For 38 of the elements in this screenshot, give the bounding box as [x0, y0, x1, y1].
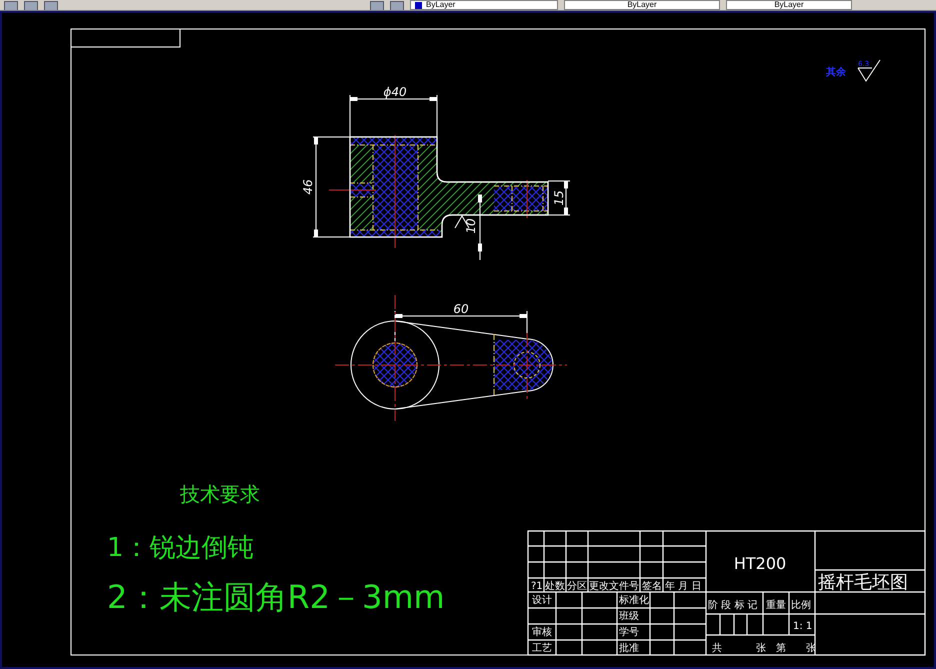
drawing-title: 摇杆毛坯图 [818, 572, 908, 593]
dimension-text: 10 [464, 218, 478, 234]
title-block-label: 学号 [619, 627, 639, 638]
title-block-label: 第 [776, 643, 786, 654]
scale-value: 1: 1 [793, 621, 812, 632]
title-block-label: 重量 [766, 600, 786, 611]
title-block-label: ?1 [531, 581, 543, 592]
dimension-text: ϕ40 [383, 85, 407, 99]
linetype-dropdown[interactable]: ByLayer [410, 0, 558, 10]
title-block-label: 工艺 [532, 643, 552, 654]
notes-title: 技术要求 [180, 482, 260, 506]
dimension-text: 60 [453, 302, 469, 316]
dimension-text: 15 [552, 190, 566, 206]
title-block-label: 签名 [642, 581, 662, 592]
linetype-dropdown[interactable]: ByLayer [564, 0, 720, 10]
material-text: HT200 [734, 554, 786, 573]
title-block-label: 班级 [619, 611, 639, 622]
title-block-label: 分区 [567, 581, 587, 592]
title-block-label: 年 月 日 [665, 581, 702, 592]
linetype-dropdown[interactable]: ByLayer [726, 0, 852, 10]
title-block-label: 标准化 [619, 595, 649, 606]
title-block-label: 共 [712, 643, 722, 654]
title-block-label: 阶 段 标 记 [708, 600, 758, 611]
title-block-label: 张 [756, 643, 766, 654]
layer-icon[interactable] [370, 1, 384, 10]
title-block-label: 比例 [791, 600, 811, 611]
title-block-label: 批准 [619, 643, 639, 654]
title-block-label: 更改文件号 [589, 581, 639, 592]
dimension-text: 46 [301, 179, 315, 195]
note-text: 1：锐边倒钝 [107, 533, 254, 563]
title-block-label: 处数 [545, 581, 565, 592]
note-text: 2：未注圆角R2－3mm [107, 578, 445, 616]
layer-icon[interactable] [390, 1, 404, 10]
layer-icon[interactable] [4, 1, 18, 10]
roughness-symbol-icon [858, 60, 880, 82]
title-block-label: 设计 [532, 595, 552, 606]
title-block-label: 审核 [532, 627, 552, 638]
roughness-note: 其余 [826, 67, 846, 78]
